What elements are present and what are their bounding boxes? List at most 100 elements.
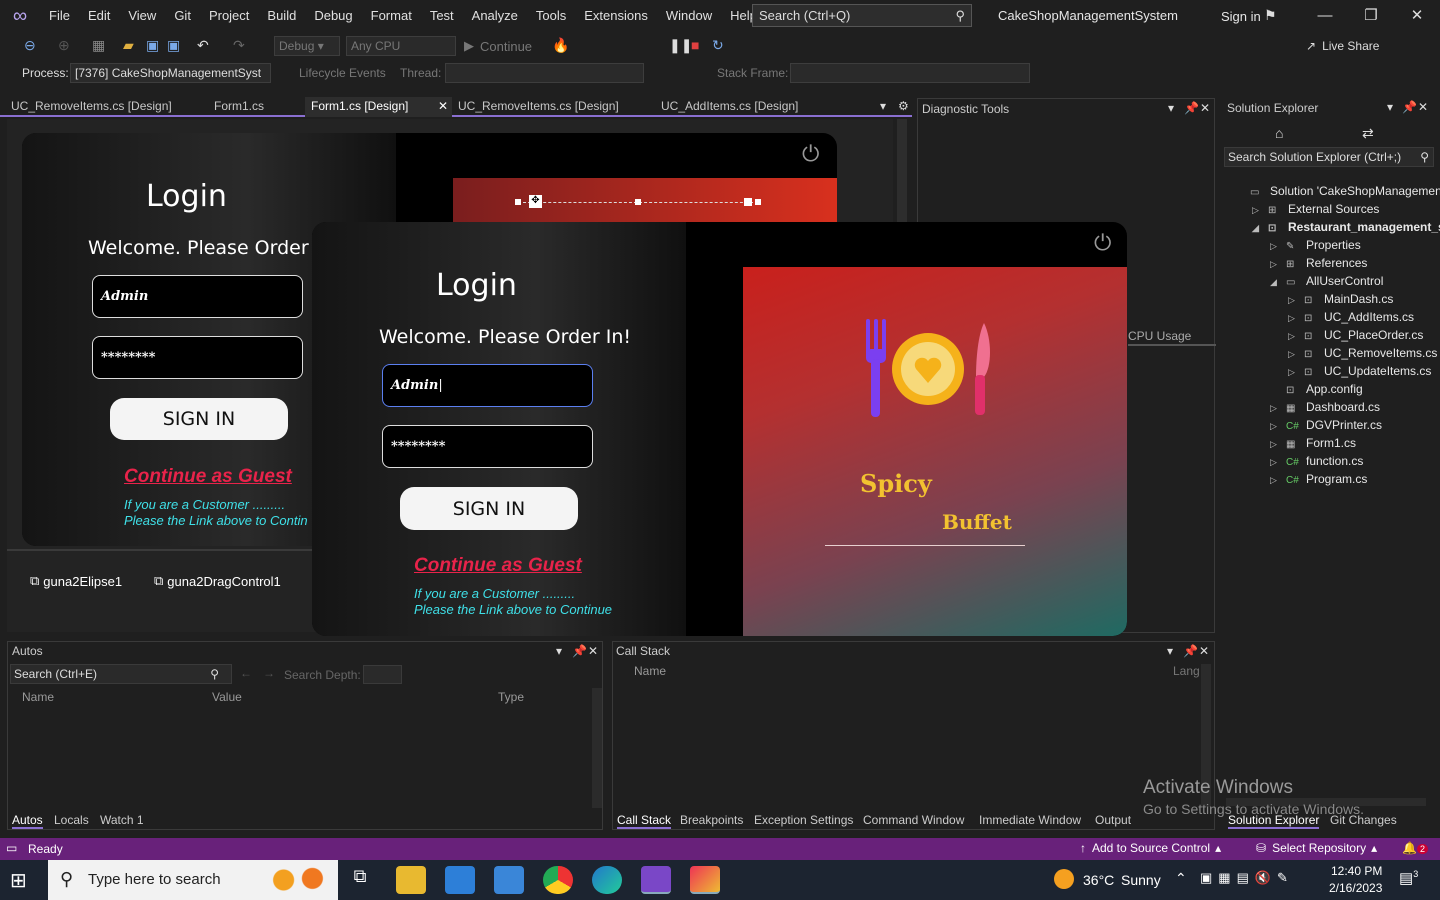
solution-search-input[interactable]: Search Solution Explorer (Ctrl+;) ⚲ bbox=[1224, 147, 1434, 167]
pane-menu-icon[interactable]: ▾ bbox=[556, 644, 562, 658]
redo-icon[interactable]: ↷ bbox=[233, 37, 245, 54]
menu-format[interactable]: Format bbox=[362, 0, 421, 32]
uc-updateitems-node[interactable]: ▷ ⊡ UC_UpdateItems.cs bbox=[1288, 364, 1431, 378]
continue-button[interactable]: ▶ Continue bbox=[464, 38, 532, 54]
edge-icon[interactable] bbox=[592, 866, 622, 894]
back-arrow-icon[interactable]: ← bbox=[240, 666, 252, 680]
external-sources-node[interactable]: ▷ ⊞ External Sources bbox=[1252, 202, 1379, 216]
action-center-icon[interactable]: ▤3 bbox=[1399, 869, 1418, 887]
expand-arrow-icon[interactable]: ▷ bbox=[1288, 295, 1304, 306]
pane-menu-icon[interactable]: ▾ bbox=[1387, 100, 1393, 114]
pin-icon[interactable]: 📌 bbox=[1402, 100, 1417, 114]
properties-node[interactable]: ▷ ✎ Properties bbox=[1270, 238, 1361, 252]
forward-icon[interactable]: ⊕ bbox=[58, 37, 70, 54]
open-icon[interactable]: ▰ bbox=[123, 37, 134, 54]
new-project-icon[interactable]: ▦ bbox=[92, 37, 105, 54]
tab-immediate-window[interactable]: Immediate Window bbox=[979, 813, 1081, 827]
component-guna2elipse1[interactable]: ⧉ guna2Elipse1 bbox=[30, 573, 122, 589]
pin-icon[interactable]: 📌 bbox=[1183, 644, 1198, 658]
tab-exception-settings[interactable]: Exception Settings bbox=[754, 813, 853, 827]
settings-icon[interactable]: ⚙ bbox=[898, 99, 909, 113]
tab-output[interactable]: Output bbox=[1095, 813, 1131, 827]
tab-call-stack[interactable]: Call Stack bbox=[617, 813, 672, 829]
program-node[interactable]: ▷ C# Program.cs bbox=[1270, 472, 1367, 486]
tray-chevron-icon[interactable]: ⌃ bbox=[1175, 870, 1187, 887]
col-name[interactable]: Name bbox=[634, 664, 666, 678]
process-dropdown[interactable]: [7376] CakeShopManagementSyst bbox=[70, 63, 271, 83]
menu-git[interactable]: Git bbox=[165, 0, 200, 32]
undo-icon[interactable]: ↶ bbox=[197, 37, 209, 54]
password-field[interactable]: ******** bbox=[382, 425, 593, 468]
form1-node[interactable]: ▷ ▦ Form1.cs bbox=[1270, 436, 1356, 450]
select-repository-button[interactable]: ⛁ Select Repository ▴ bbox=[1256, 841, 1377, 855]
close-icon[interactable]: ✕ bbox=[1200, 101, 1210, 115]
start-button[interactable]: ⊞ bbox=[10, 868, 27, 893]
sync-icon[interactable]: ⇄ bbox=[1362, 125, 1374, 142]
tab-autos[interactable]: Autos bbox=[12, 813, 43, 829]
dashboard-node[interactable]: ▷ ▦ Dashboard.cs bbox=[1270, 400, 1380, 414]
live-share-button[interactable]: ↗ Live Share bbox=[1306, 39, 1379, 53]
stack-frame-dropdown[interactable] bbox=[790, 63, 1030, 83]
uc-additems-node[interactable]: ▷ ⊡ UC_AddItems.cs bbox=[1288, 310, 1414, 324]
tab-uc-removeitems-design-2[interactable]: UC_RemoveItems.cs [Design] bbox=[452, 97, 625, 117]
back-guest-link[interactable]: Continue as Guest bbox=[124, 466, 292, 488]
tab-form1-design[interactable]: Form1.cs [Design] ✕ bbox=[305, 97, 452, 117]
expand-arrow-icon[interactable]: ▷ bbox=[1270, 259, 1286, 270]
save-all-icon[interactable]: ▣ bbox=[167, 37, 180, 54]
expand-arrow-icon[interactable]: ◢ bbox=[1252, 223, 1268, 234]
maindash-node[interactable]: ▷ ⊡ MainDash.cs bbox=[1288, 292, 1393, 306]
expand-arrow-icon[interactable]: ▷ bbox=[1270, 439, 1286, 450]
expand-arrow-icon[interactable]: ▷ bbox=[1270, 421, 1286, 432]
pin-icon[interactable]: 📌 bbox=[572, 644, 587, 658]
menu-file[interactable]: File bbox=[40, 0, 79, 32]
col-lang[interactable]: Lang bbox=[1173, 664, 1200, 678]
restore-button[interactable]: ❐ bbox=[1348, 4, 1394, 28]
power-icon[interactable]: ⏻ bbox=[1094, 230, 1111, 256]
search-input[interactable]: Search (Ctrl+Q) ⚲ bbox=[752, 4, 972, 27]
back-password-field[interactable]: ******** bbox=[92, 336, 303, 379]
expand-arrow-icon[interactable]: ▷ bbox=[1270, 457, 1286, 468]
tab-locals[interactable]: Locals bbox=[54, 813, 89, 827]
alluser-control-folder[interactable]: ◢ ▭ AllUserControl bbox=[1270, 274, 1383, 288]
platform-dropdown[interactable]: Any CPU bbox=[346, 36, 456, 56]
pause-icon[interactable]: ❚❚ bbox=[669, 37, 692, 54]
cpu-usage-tab[interactable]: CPU Usage bbox=[1128, 326, 1216, 346]
config-dropdown[interactable]: Debug ▾ bbox=[274, 36, 340, 56]
autos-search-input[interactable]: Search (Ctrl+E) ⚲ bbox=[10, 664, 232, 684]
solution-node[interactable]: ▭ Solution 'CakeShopManagement bbox=[1234, 184, 1440, 198]
weather-temp[interactable]: 36°C bbox=[1083, 872, 1114, 888]
clock-time[interactable]: 12:40 PM bbox=[1331, 864, 1382, 878]
close-tab-icon[interactable]: ✕ bbox=[438, 99, 448, 113]
expand-arrow-icon[interactable]: ▷ bbox=[1288, 331, 1304, 342]
expand-arrow-icon[interactable]: ▷ bbox=[1288, 367, 1304, 378]
tab-form1-cs[interactable]: Form1.cs bbox=[208, 97, 270, 117]
menu-test[interactable]: Test bbox=[421, 0, 463, 32]
tab-uc-removeitems-design[interactable]: UC_RemoveItems.cs [Design] bbox=[5, 97, 178, 117]
project-node[interactable]: ◢ ⊡ Restaurant_management_sy bbox=[1252, 220, 1440, 234]
selection-handle[interactable] bbox=[635, 199, 641, 205]
pin-icon[interactable]: 📌 bbox=[1184, 101, 1199, 115]
pane-menu-icon[interactable]: ▾ bbox=[1168, 101, 1174, 115]
username-field[interactable]: Admin | bbox=[382, 364, 593, 407]
expand-arrow-icon[interactable]: ▷ bbox=[1288, 313, 1304, 324]
back-icon[interactable]: ⊖ bbox=[24, 37, 36, 54]
menu-view[interactable]: View bbox=[119, 0, 165, 32]
stop-icon[interactable]: ■ bbox=[691, 37, 699, 53]
tab-watch-1[interactable]: Watch 1 bbox=[100, 813, 144, 827]
expand-arrow-icon[interactable]: ▷ bbox=[1270, 403, 1286, 414]
tray-icons[interactable]: ▣▦▤🔇✎ bbox=[1200, 870, 1294, 886]
menu-window[interactable]: Window bbox=[657, 0, 721, 32]
expand-arrow-icon[interactable]: ◢ bbox=[1270, 277, 1286, 288]
thread-dropdown[interactable] bbox=[445, 63, 644, 83]
menu-analyze[interactable]: Analyze bbox=[463, 0, 527, 32]
chrome-icon[interactable] bbox=[543, 866, 573, 894]
tab-command-window[interactable]: Command Window bbox=[863, 813, 964, 827]
weather-condition[interactable]: Sunny bbox=[1121, 872, 1161, 888]
close-button[interactable]: ✕ bbox=[1394, 4, 1440, 28]
menu-tools[interactable]: Tools bbox=[527, 0, 575, 32]
back-username-field[interactable]: Admin bbox=[92, 275, 303, 318]
home-icon[interactable]: ⌂ bbox=[1275, 125, 1283, 141]
signin-button[interactable]: SIGN IN bbox=[400, 487, 578, 530]
selection-handle[interactable] bbox=[755, 199, 761, 205]
function-node[interactable]: ▷ C# function.cs bbox=[1270, 454, 1363, 468]
